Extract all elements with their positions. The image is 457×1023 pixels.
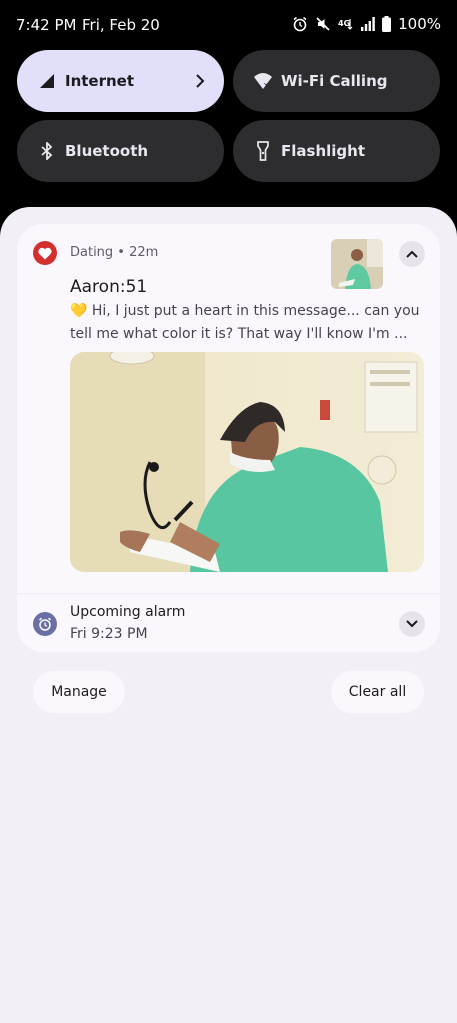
signal-icon	[361, 17, 375, 31]
tile-wifi-calling-label: Wi-Fi Calling	[281, 72, 388, 90]
status-time: 7:42 PM	[16, 16, 77, 34]
manage-button[interactable]: Manage	[33, 671, 125, 713]
tile-flashlight-label: Flashlight	[281, 142, 365, 160]
expand-alarm-button[interactable]	[399, 611, 425, 637]
chevron-up-icon	[406, 250, 418, 258]
heart-icon	[33, 241, 57, 265]
sender-avatar-thumbnail	[331, 239, 383, 289]
battery-icon	[382, 16, 392, 32]
yellow-heart-emoji: 💛	[70, 303, 88, 319]
svg-text:4G: 4G	[338, 19, 350, 28]
status-bar: 7:42 PM Fri, Feb 20 4G 100%	[0, 0, 457, 48]
tile-bluetooth-label: Bluetooth	[65, 142, 149, 160]
tile-bluetooth[interactable]: Bluetooth	[17, 120, 224, 182]
tile-internet[interactable]: Internet	[17, 50, 224, 112]
alarm-time: Fri 9:23 PM	[70, 626, 148, 642]
alarm-title: Upcoming alarm	[70, 604, 186, 620]
battery-percent: 100%	[398, 15, 441, 33]
mute-icon	[316, 17, 330, 31]
signal-icon	[37, 71, 57, 91]
notification-app-meta: Dating • 22m	[70, 245, 159, 260]
chevron-right-icon	[196, 74, 205, 88]
notification-divider	[17, 593, 440, 595]
clear-all-button[interactable]: Clear all	[331, 671, 424, 713]
flashlight-icon	[253, 141, 273, 161]
tile-flashlight[interactable]: Flashlight	[233, 120, 440, 182]
notification-image[interactable]	[70, 352, 424, 572]
status-date: Fri, Feb 20	[82, 16, 160, 34]
notification-message-text: Hi, I just put a heart in this message..…	[70, 303, 420, 342]
alarm-clock-icon	[33, 612, 57, 636]
4g-icon: 4G	[338, 19, 353, 30]
tile-internet-label: Internet	[65, 72, 135, 90]
collapse-button[interactable]	[399, 241, 425, 267]
chevron-down-icon	[406, 620, 418, 628]
bluetooth-icon	[37, 141, 57, 161]
notification-sender: Aaron:51	[70, 277, 148, 297]
status-icons: 4G 100%	[292, 14, 441, 34]
wifi-calling-icon	[253, 71, 273, 91]
notification-card[interactable]: Dating • 22m Aaron:51 💛 Hi, I just put a…	[17, 224, 440, 652]
alarm-icon	[293, 16, 307, 32]
tile-wifi-calling[interactable]: Wi-Fi Calling	[233, 50, 440, 112]
notification-message: 💛 Hi, I just put a heart in this message…	[70, 300, 425, 346]
